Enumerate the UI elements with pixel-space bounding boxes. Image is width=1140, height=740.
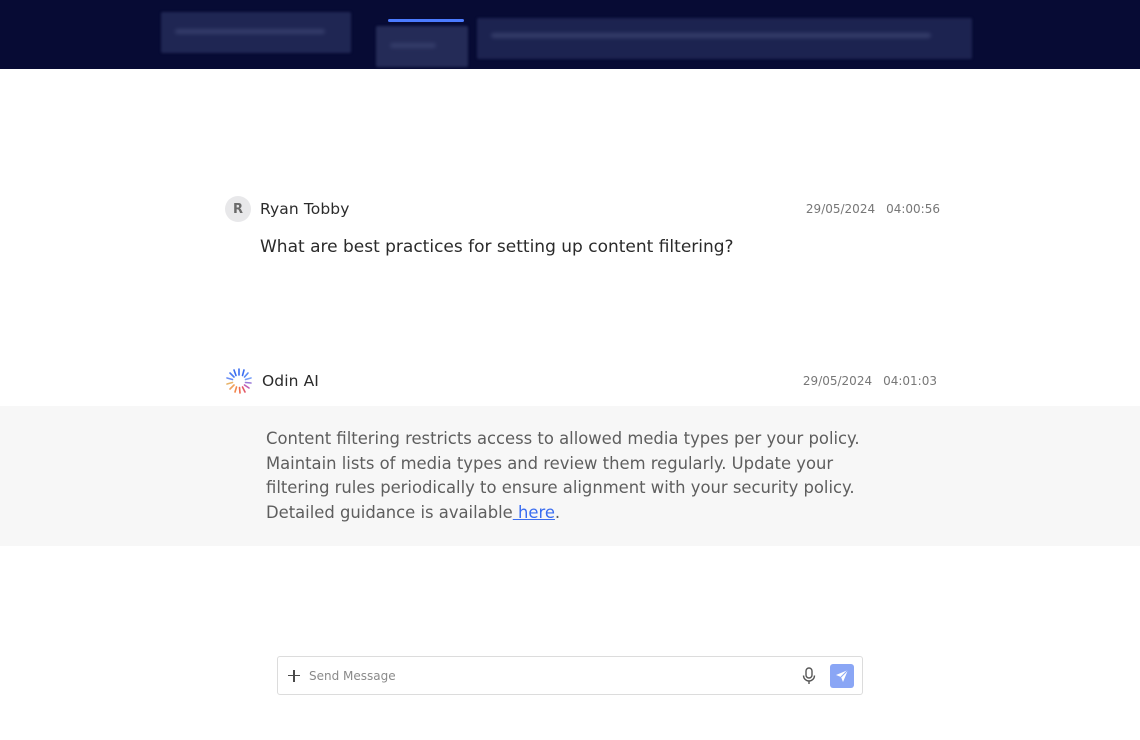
nav-tab-blurred[interactable] bbox=[376, 26, 468, 67]
active-tab-indicator bbox=[388, 19, 464, 22]
ai-text-fragment: . bbox=[554, 503, 561, 523]
ai-text-line: Maintain lists of media types and review… bbox=[266, 453, 834, 473]
message-date: 29/05/2024 bbox=[802, 374, 873, 388]
ai-message-text: Content filtering restricts access to al… bbox=[266, 427, 886, 526]
message-date: 29/05/2024 bbox=[805, 202, 876, 216]
guidance-link[interactable]: here bbox=[513, 503, 555, 522]
send-button[interactable] bbox=[830, 663, 854, 688]
user-message-text: What are best practices for setting up c… bbox=[260, 237, 734, 257]
microphone-icon[interactable] bbox=[801, 666, 817, 685]
user-avatar: R bbox=[225, 196, 251, 222]
ai-sender-name: Odin AI bbox=[262, 372, 319, 390]
ai-message-header: Odin AI 29/05/2024 04:01:03 bbox=[225, 367, 940, 395]
ai-text-line: Detailed guidance is available here. bbox=[266, 501, 886, 526]
ai-text-fragment: Detailed guidance is available bbox=[266, 503, 513, 523]
user-sender-name: Ryan Tobby bbox=[260, 200, 350, 218]
send-icon bbox=[836, 669, 849, 682]
message-time: 04:00:56 bbox=[886, 202, 940, 216]
ai-text-line: Content filtering restricts access to al… bbox=[266, 429, 860, 448]
ai-text-line: filtering rules periodically to ensure a… bbox=[266, 478, 855, 498]
message-composer bbox=[277, 656, 863, 695]
nav-bar-blurred[interactable] bbox=[477, 18, 972, 59]
message-input[interactable] bbox=[309, 660, 801, 691]
add-attachment-icon[interactable] bbox=[287, 669, 301, 683]
message-time: 04:01:03 bbox=[883, 374, 937, 388]
logo-blurred[interactable] bbox=[161, 12, 351, 53]
user-message-timestamp: 29/05/2024 04:00:56 bbox=[806, 202, 940, 216]
ai-message-timestamp: 29/05/2024 04:01:03 bbox=[803, 374, 937, 388]
user-message-header: R Ryan Tobby 29/05/2024 04:00:56 bbox=[225, 195, 940, 223]
odin-ai-logo-icon bbox=[226, 368, 252, 394]
top-navigation-bar bbox=[0, 0, 1140, 69]
